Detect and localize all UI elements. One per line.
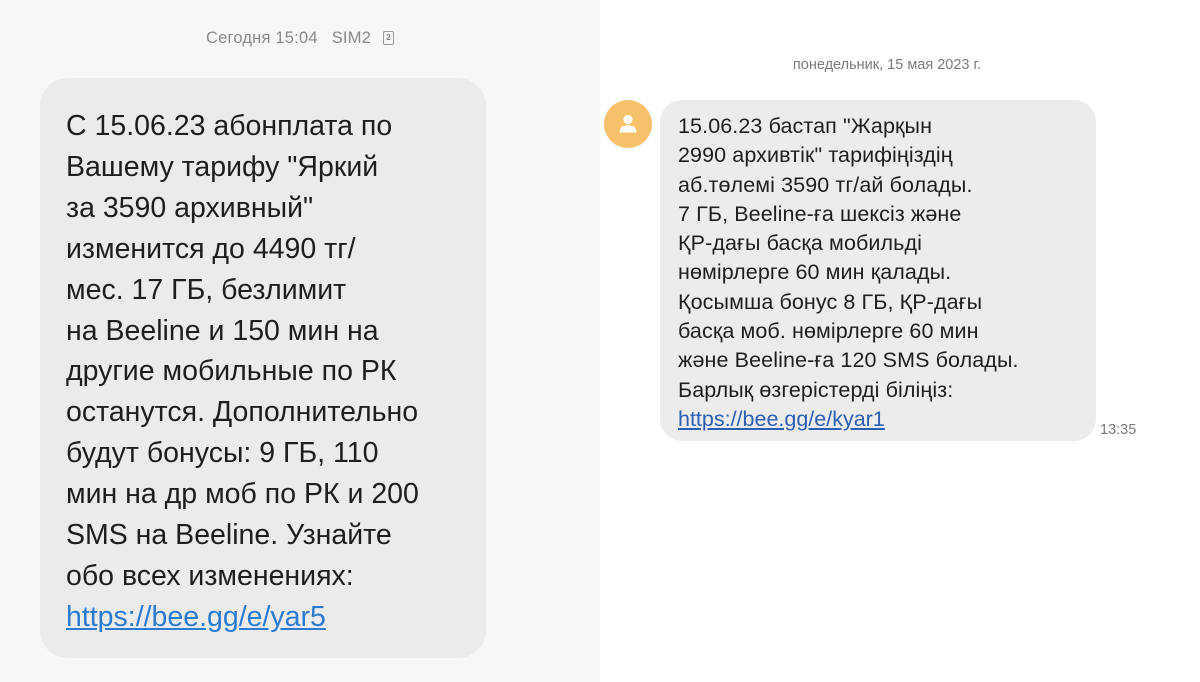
message-line: другие мобильные по РК [66,355,397,388]
message-link[interactable]: https://bee.gg/e/yar5 [66,597,466,638]
message-link[interactable]: https://bee.gg/e/kyar1 [678,405,1084,434]
message-bubble[interactable]: С 15.06.23 абонплата по Вашему тарифу "Я… [40,78,486,658]
message-line: Вашему тарифу "Яркий [66,150,379,183]
message-line: ҚР-дағы басқа мобильді [678,231,922,256]
contact-avatar-icon[interactable] [604,100,652,148]
message-line: мес. 17 ГБ, безлимит [66,273,347,306]
left-sms-screen: Сегодня 15:04 SIM2 2 С 15.06.23 абонплата … [0,0,600,682]
message-line: обо всех изменениях: [66,559,354,592]
message-line: 15.06.23 бастап "Жарқын [678,114,933,138]
message-line: С 15.06.23 абонплата по [66,110,393,142]
message-timestamp: Сегодня 15:04 [205,29,318,47]
message-line: аб.төлемі 3590 тг/ай болады. [678,172,973,197]
message-bubble[interactable]: 15.06.23 бастап "Жарқын 2990 архивтік" т… [660,100,1096,441]
message-line: за 3590 архивный" [66,191,314,224]
sim2-icon: 2 [383,31,395,45]
message-header: Сегодня 15:04 SIM2 2 [0,29,600,48]
sim-label: SIM2 [331,29,372,47]
message-line: будут бонусы: 9 ГБ, 110 [66,437,379,470]
message-line: басқа моб. нөмірлерге 60 мин [678,319,979,344]
date-header: понедельник, 15 мая 2023 г. [792,57,982,73]
message-line: Барлық өзгерістерді біліңіз: [678,377,954,402]
message-line: мин на др моб по РК и 200 [66,478,419,511]
person-icon [619,114,637,133]
message-line: на Beeline и 150 мин на [66,314,379,347]
message-line: 2990 архивтік" тарифіңіздің [678,143,953,168]
message-line: Қосымша бонус 8 ГБ, ҚР-дағы [678,289,983,314]
message-line: SMS на Beeline. Узнайте [66,519,392,552]
message-time: 13:35 [1100,422,1137,438]
message-line: останутся. Дополнительно [66,396,419,429]
message-line: 7 ГБ, Beeline-ға шексіз және [678,201,962,226]
message-line: изменится до 4490 тг/ [66,232,356,265]
message-line: нөмірлерге 60 мин қалады. [678,260,952,285]
right-sms-screen: понедельник, 15 мая 2023 г. 15.06.23 бас… [600,0,1200,682]
message-line: және Beeline-ға 120 SMS болады. [678,348,1019,373]
